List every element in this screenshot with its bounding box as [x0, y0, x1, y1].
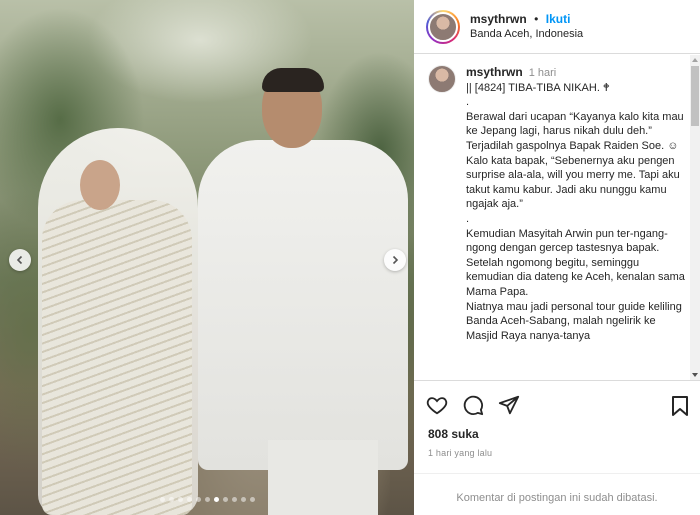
caption-line: .	[466, 96, 470, 109]
caption-line: Setelah ngomong begitu, seminggu kemudia…	[466, 256, 688, 298]
carousel-dot	[159, 497, 165, 502]
comments-disabled-notice: Komentar di postingan ini sudah dibatasi…	[414, 473, 700, 504]
carousel-dot	[222, 497, 228, 502]
caption-time: 1 hari	[528, 67, 557, 79]
carousel-dot	[195, 497, 201, 502]
scroll-up-arrow-icon[interactable]	[692, 57, 698, 63]
caption-line: Niatnya mau jadi personal tour guide kel…	[466, 300, 685, 342]
caption-line: Berawal dari ucapan “Kayanya kalo kita m…	[466, 110, 687, 152]
carousel-prev-button[interactable]	[9, 249, 31, 271]
carousel-dot	[168, 497, 174, 502]
caption-avatar[interactable]	[428, 65, 456, 93]
caption-line: Kemudian Masyitah Arwin pun ter-ngang-ng…	[466, 227, 668, 255]
carousel-dot	[177, 497, 183, 502]
caption-line: Kalo kata bapak, “Sebenernya aku pengen …	[466, 154, 683, 211]
header-username[interactable]: msythrwn	[470, 12, 527, 26]
carousel-dot	[231, 497, 237, 502]
bookmark-icon[interactable]	[670, 395, 690, 417]
avatar[interactable]	[426, 9, 460, 44]
groom-hair	[262, 68, 324, 92]
post-timestamp[interactable]: 1 hari yang lalu	[414, 441, 700, 458]
carousel-dot	[213, 497, 219, 502]
header-separator: •	[534, 12, 539, 26]
bride-dress	[42, 200, 192, 515]
scroll-thumb[interactable]	[691, 66, 699, 126]
location-link[interactable]: Banda Aceh, Indonesia	[470, 27, 583, 42]
heart-icon[interactable]	[426, 394, 448, 416]
carousel-dot	[204, 497, 210, 502]
carousel-dot	[186, 497, 192, 502]
like-count[interactable]: 808 suka	[414, 416, 700, 441]
caption-username[interactable]: msythrwn	[466, 65, 523, 80]
follow-button[interactable]: Ikuti	[546, 12, 571, 26]
caption-line: .	[466, 212, 470, 225]
post-actions: 808 suka 1 hari yang lalu Komentar di po…	[414, 380, 700, 515]
scroll-down-arrow-icon[interactable]	[692, 372, 698, 378]
groom-suit	[198, 140, 408, 470]
chevron-left-icon	[16, 255, 23, 265]
post-header: msythrwn • Ikuti Banda Aceh, Indonesia	[414, 0, 700, 54]
chevron-right-icon	[392, 255, 399, 265]
groom-legs	[268, 440, 378, 515]
comment-icon[interactable]	[462, 394, 484, 416]
caption-line: || [4824] TIBA-TIBA NIKAH. 🕈	[466, 81, 610, 94]
post-photo[interactable]	[0, 0, 414, 515]
send-icon[interactable]	[498, 394, 520, 416]
bride-face	[80, 160, 120, 210]
carousel-next-button[interactable]	[384, 249, 406, 271]
carousel-dot	[249, 497, 255, 502]
carousel-indicator	[0, 497, 414, 502]
carousel-dot	[240, 497, 246, 502]
caption-area[interactable]: msythrwn 1 hari || [4824] TIBA-TIBA NIKA…	[414, 55, 700, 380]
